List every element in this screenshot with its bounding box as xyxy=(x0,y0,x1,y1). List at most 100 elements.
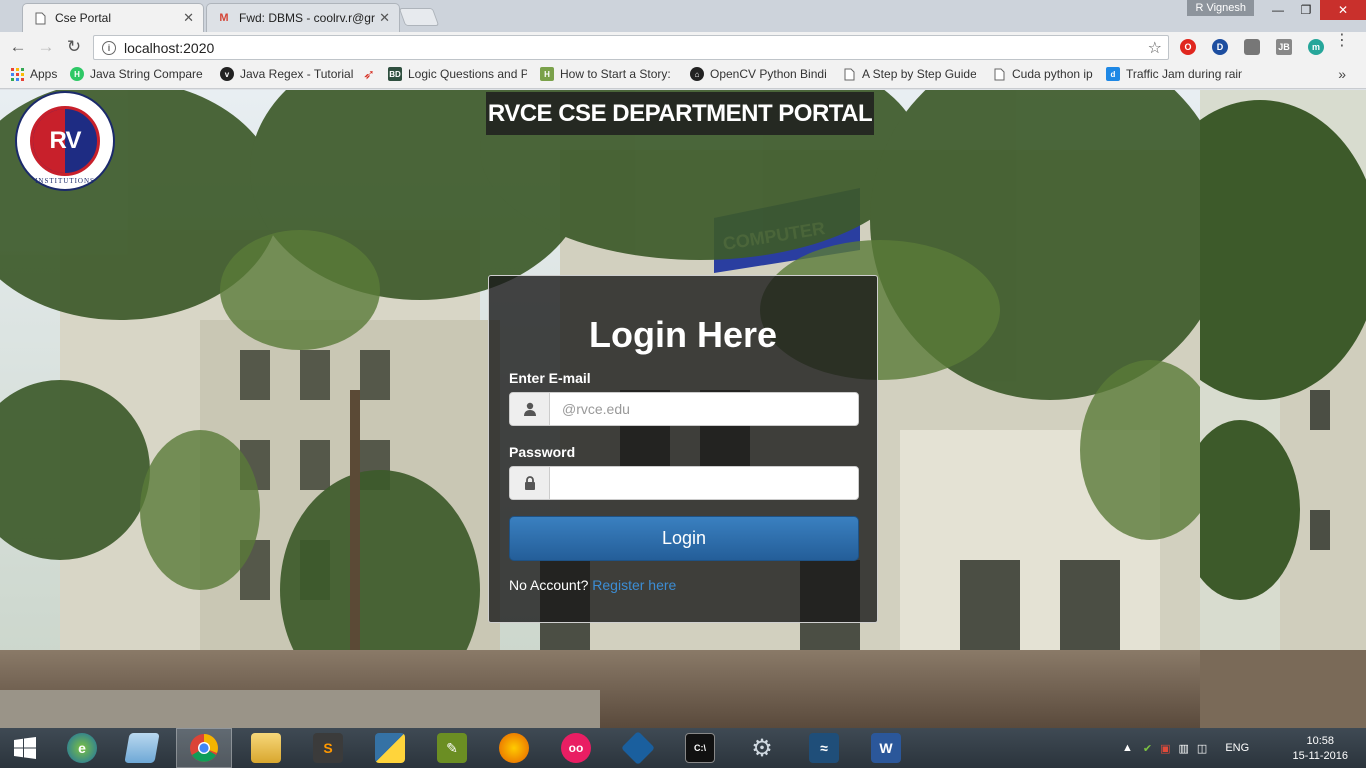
taskbar-editor-icon[interactable]: ✎ xyxy=(424,728,480,768)
bookmark-label: Java String Compare xyxy=(90,67,203,81)
taskbar-ie-green-icon[interactable]: e xyxy=(54,728,110,768)
d-icon: d xyxy=(1106,67,1120,81)
login-button[interactable]: Login xyxy=(509,516,859,561)
incognito-extension-icon[interactable] xyxy=(1244,39,1260,55)
url-text: localhost:2020 xyxy=(124,39,215,56)
tab-title: Cse Portal xyxy=(55,11,112,25)
taskbar-firefox-icon[interactable] xyxy=(486,728,542,768)
taskbar-virtualbox-icon[interactable] xyxy=(610,728,666,768)
hackerrank-icon: H xyxy=(70,67,84,81)
campus-background-image-repeat xyxy=(1200,90,1366,728)
taskbar-mysql-icon[interactable]: ≈ xyxy=(796,728,852,768)
red-curve-icon: ➶ xyxy=(363,67,375,81)
windows-logo-icon xyxy=(14,737,36,759)
page-viewport: COMPUTER RV INSTITUTIO xyxy=(0,90,1366,728)
password-input-group xyxy=(509,466,859,500)
profile-chip[interactable]: R Vignesh xyxy=(1187,0,1254,16)
bookmark-logic-questions[interactable]: ➶ BD Logic Questions and P xyxy=(362,67,527,81)
bookmark-label: Java Regex - Tutorial xyxy=(240,67,354,81)
address-bar[interactable]: i localhost:2020 ☆ xyxy=(93,35,1169,60)
taskbar-sublime-icon[interactable]: S xyxy=(300,728,356,768)
no-account-text: No Account? xyxy=(509,577,589,593)
back-icon[interactable]: ← xyxy=(7,37,29,57)
taskbar-chrome-icon[interactable] xyxy=(176,728,232,768)
bookmark-how-to-start-story[interactable]: H How to Start a Story: xyxy=(540,67,678,81)
new-tab-button[interactable] xyxy=(398,8,440,26)
network-tray-icon[interactable]: ▥ xyxy=(1179,742,1189,755)
clock-date: 15-11-2016 xyxy=(1292,750,1348,762)
flag-tray-icon[interactable]: ▣ xyxy=(1160,742,1170,755)
close-icon[interactable]: ✕ xyxy=(379,10,390,26)
bookmark-step-by-step[interactable]: A Step by Step Guide xyxy=(842,67,976,81)
bookmark-label: OpenCV Python Bindi xyxy=(710,67,827,81)
language-indicator[interactable]: ENG xyxy=(1225,742,1249,754)
taskbar-flickr-icon[interactable]: oo xyxy=(548,728,604,768)
reload-icon[interactable]: ↻ xyxy=(63,37,85,57)
chrome-menu-icon[interactable]: ⋮ xyxy=(1334,33,1350,49)
email-input-group xyxy=(509,392,859,426)
close-icon[interactable]: ✕ xyxy=(183,10,194,26)
bookmarks-overflow-icon[interactable]: » xyxy=(1338,66,1346,82)
opera-extension-icon[interactable]: O xyxy=(1180,39,1196,55)
apps-grid-icon xyxy=(10,67,24,81)
github-icon: ⌂ xyxy=(690,67,704,81)
vogella-icon: v xyxy=(220,67,234,81)
email-input[interactable] xyxy=(550,393,858,425)
bd-icon: BD xyxy=(388,67,402,81)
volume-tray-icon[interactable]: ◫ xyxy=(1197,742,1207,755)
window-close-icon[interactable]: ✕ xyxy=(1320,0,1366,20)
bookmark-label: Apps xyxy=(30,67,58,81)
bookmark-java-string-compare[interactable]: H Java String Compare xyxy=(70,67,205,81)
tab-gmail[interactable]: M Fwd: DBMS - coolrv.r@gr ✕ xyxy=(206,3,400,32)
login-panel: Login Here Enter E-mail Password Login N… xyxy=(488,275,878,623)
bookmark-cuda-python[interactable]: Cuda python ip xyxy=(992,67,1096,81)
page-title: RVCE CSE DEPARTMENT PORTAL xyxy=(486,92,874,135)
register-link[interactable]: Register here xyxy=(592,577,676,593)
user-icon xyxy=(510,393,550,425)
system-clock[interactable]: 10:58 15-11-2016 xyxy=(1293,734,1348,764)
tab-title: Fwd: DBMS - coolrv.r@gr xyxy=(239,11,375,25)
bookmark-label: Logic Questions and P xyxy=(408,67,527,81)
bookmark-label: A Step by Step Guide xyxy=(862,67,976,81)
windows-taskbar: e S ✎ oo C:\ ⚙ ≈ W ▲ ✔ ▣ ▥ ◫ ENG 10:58 1… xyxy=(0,728,1366,768)
bookmark-java-regex[interactable]: v Java Regex - Tutorial xyxy=(220,67,355,81)
bookmark-star-icon[interactable]: ☆ xyxy=(1148,38,1162,58)
info-icon[interactable]: i xyxy=(102,40,116,55)
jb-extension-icon[interactable]: JB xyxy=(1276,39,1292,55)
forward-icon[interactable]: → xyxy=(35,37,57,57)
bookmark-opencv-python[interactable]: ⌂ OpenCV Python Bindi xyxy=(690,67,830,81)
lock-icon xyxy=(510,467,550,499)
login-heading: Login Here xyxy=(588,314,777,355)
tab-cse-portal[interactable]: Cse Portal ✕ xyxy=(22,3,204,32)
maximize-icon[interactable]: ❐ xyxy=(1292,0,1320,20)
window-controls: — ❐ ✕ xyxy=(1264,0,1366,20)
system-tray: ▲ ✔ ▣ ▥ ◫ ENG xyxy=(1122,728,1249,768)
tab-strip: Cse Portal ✕ M Fwd: DBMS - coolrv.r@gr ✕… xyxy=(0,0,1366,32)
h-icon: H xyxy=(540,67,554,81)
taskbar-file-explorer-icon[interactable] xyxy=(238,728,294,768)
taskbar-settings-icon[interactable]: ⚙ xyxy=(734,728,790,768)
bookmark-label: Cuda python ip xyxy=(1012,67,1093,81)
taskbar-word-icon[interactable]: W xyxy=(858,728,914,768)
gmail-icon: M xyxy=(219,12,229,24)
password-input[interactable] xyxy=(550,467,858,499)
start-button[interactable] xyxy=(0,728,50,768)
password-label: Password xyxy=(509,444,576,460)
bookmark-traffic-jam[interactable]: d Traffic Jam during rain xyxy=(1106,67,1242,81)
logo-ring-text: INSTITUTIONS xyxy=(35,177,95,185)
tray-overflow-icon[interactable]: ▲ xyxy=(1122,742,1133,754)
m-extension-icon[interactable]: m xyxy=(1308,39,1324,55)
taskbar-cmd-icon[interactable]: C:\ xyxy=(672,728,728,768)
page-icon xyxy=(992,67,1006,81)
page-icon xyxy=(33,11,47,25)
minimize-icon[interactable]: — xyxy=(1264,0,1292,20)
security-tray-icon[interactable]: ✔ xyxy=(1143,742,1152,755)
page-icon xyxy=(842,67,856,81)
bookmark-apps[interactable]: Apps xyxy=(10,67,57,81)
taskbar-notepad-icon[interactable] xyxy=(114,728,170,768)
rv-institutions-logo[interactable]: RV INSTITUTIONS xyxy=(15,91,115,191)
taskbar-python-icon[interactable] xyxy=(362,728,418,768)
clock-time: 10:58 xyxy=(1306,735,1335,747)
browser-toolbar: ← → ↻ i localhost:2020 ☆ O D JB m ⋮ xyxy=(0,32,1366,62)
dashlane-extension-icon[interactable]: D xyxy=(1212,39,1228,55)
